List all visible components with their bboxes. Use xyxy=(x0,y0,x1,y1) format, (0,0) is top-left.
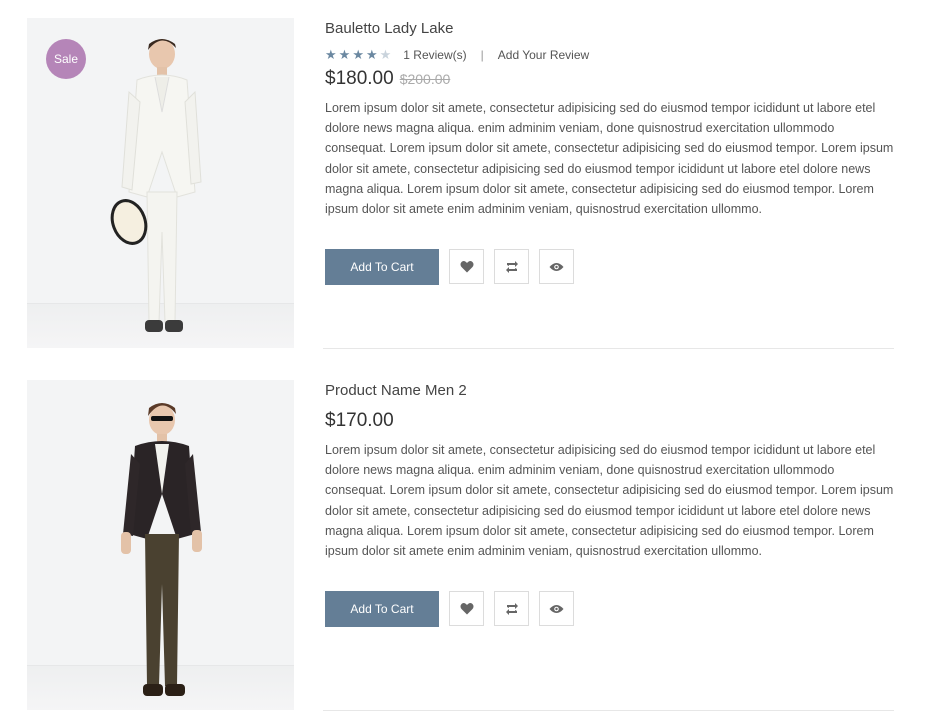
current-price: $180.00 xyxy=(325,68,394,89)
star-icon: ★ xyxy=(325,47,337,62)
product-description: Lorem ipsum dolor sit amete, consectetur… xyxy=(325,443,894,559)
product-price: $180.00 $200.00 xyxy=(325,68,450,90)
product-divider xyxy=(323,710,894,711)
rating-stars: ★ ★ ★ ★ ★ xyxy=(325,47,391,63)
compare-icon xyxy=(505,260,518,273)
model-figure-image xyxy=(110,39,202,332)
star-empty-icon: ★ xyxy=(379,47,392,62)
add-to-cart-button[interactable]: Add To Cart xyxy=(325,591,439,627)
product-description: Lorem ipsum dolor sit amete, consectetur… xyxy=(325,101,894,217)
quick-view-button[interactable] xyxy=(539,249,574,284)
heart-icon xyxy=(460,602,473,615)
product-title[interactable]: Product Name Men 2 xyxy=(325,382,467,399)
add-review-link[interactable]: Add Your Review xyxy=(498,48,589,62)
sale-badge: Sale xyxy=(46,39,86,79)
product-image[interactable]: Sale xyxy=(27,18,294,348)
eye-icon xyxy=(549,262,564,271)
current-price: $170.00 xyxy=(325,410,394,431)
reviews-count-link[interactable]: 1 Review(s) xyxy=(403,48,466,62)
product-price: $170.00 xyxy=(325,410,394,432)
product-divider xyxy=(323,348,894,349)
star-icon: ★ xyxy=(338,47,351,62)
star-icon: ★ xyxy=(352,47,364,62)
separator: | xyxy=(480,48,484,62)
star-icon: ★ xyxy=(365,47,378,62)
product-image[interactable] xyxy=(27,380,294,710)
product-actions: Add To Cart xyxy=(325,249,574,285)
model-figure-image xyxy=(121,403,202,696)
compare-button[interactable] xyxy=(494,249,529,284)
add-to-cart-button[interactable]: Add To Cart xyxy=(325,249,439,285)
quick-view-button[interactable] xyxy=(539,591,574,626)
product-actions: Add To Cart xyxy=(325,591,574,627)
wishlist-button[interactable] xyxy=(449,591,484,626)
eye-icon xyxy=(549,604,564,613)
heart-icon xyxy=(460,260,473,273)
product-title[interactable]: Bauletto Lady Lake xyxy=(325,20,453,37)
wishlist-button[interactable] xyxy=(449,249,484,284)
product-rating: ★ ★ ★ ★ ★ 1 Review(s) | Add Your Review xyxy=(325,47,589,63)
old-price: $200.00 xyxy=(399,71,451,87)
compare-icon xyxy=(505,602,518,615)
compare-button[interactable] xyxy=(494,591,529,626)
